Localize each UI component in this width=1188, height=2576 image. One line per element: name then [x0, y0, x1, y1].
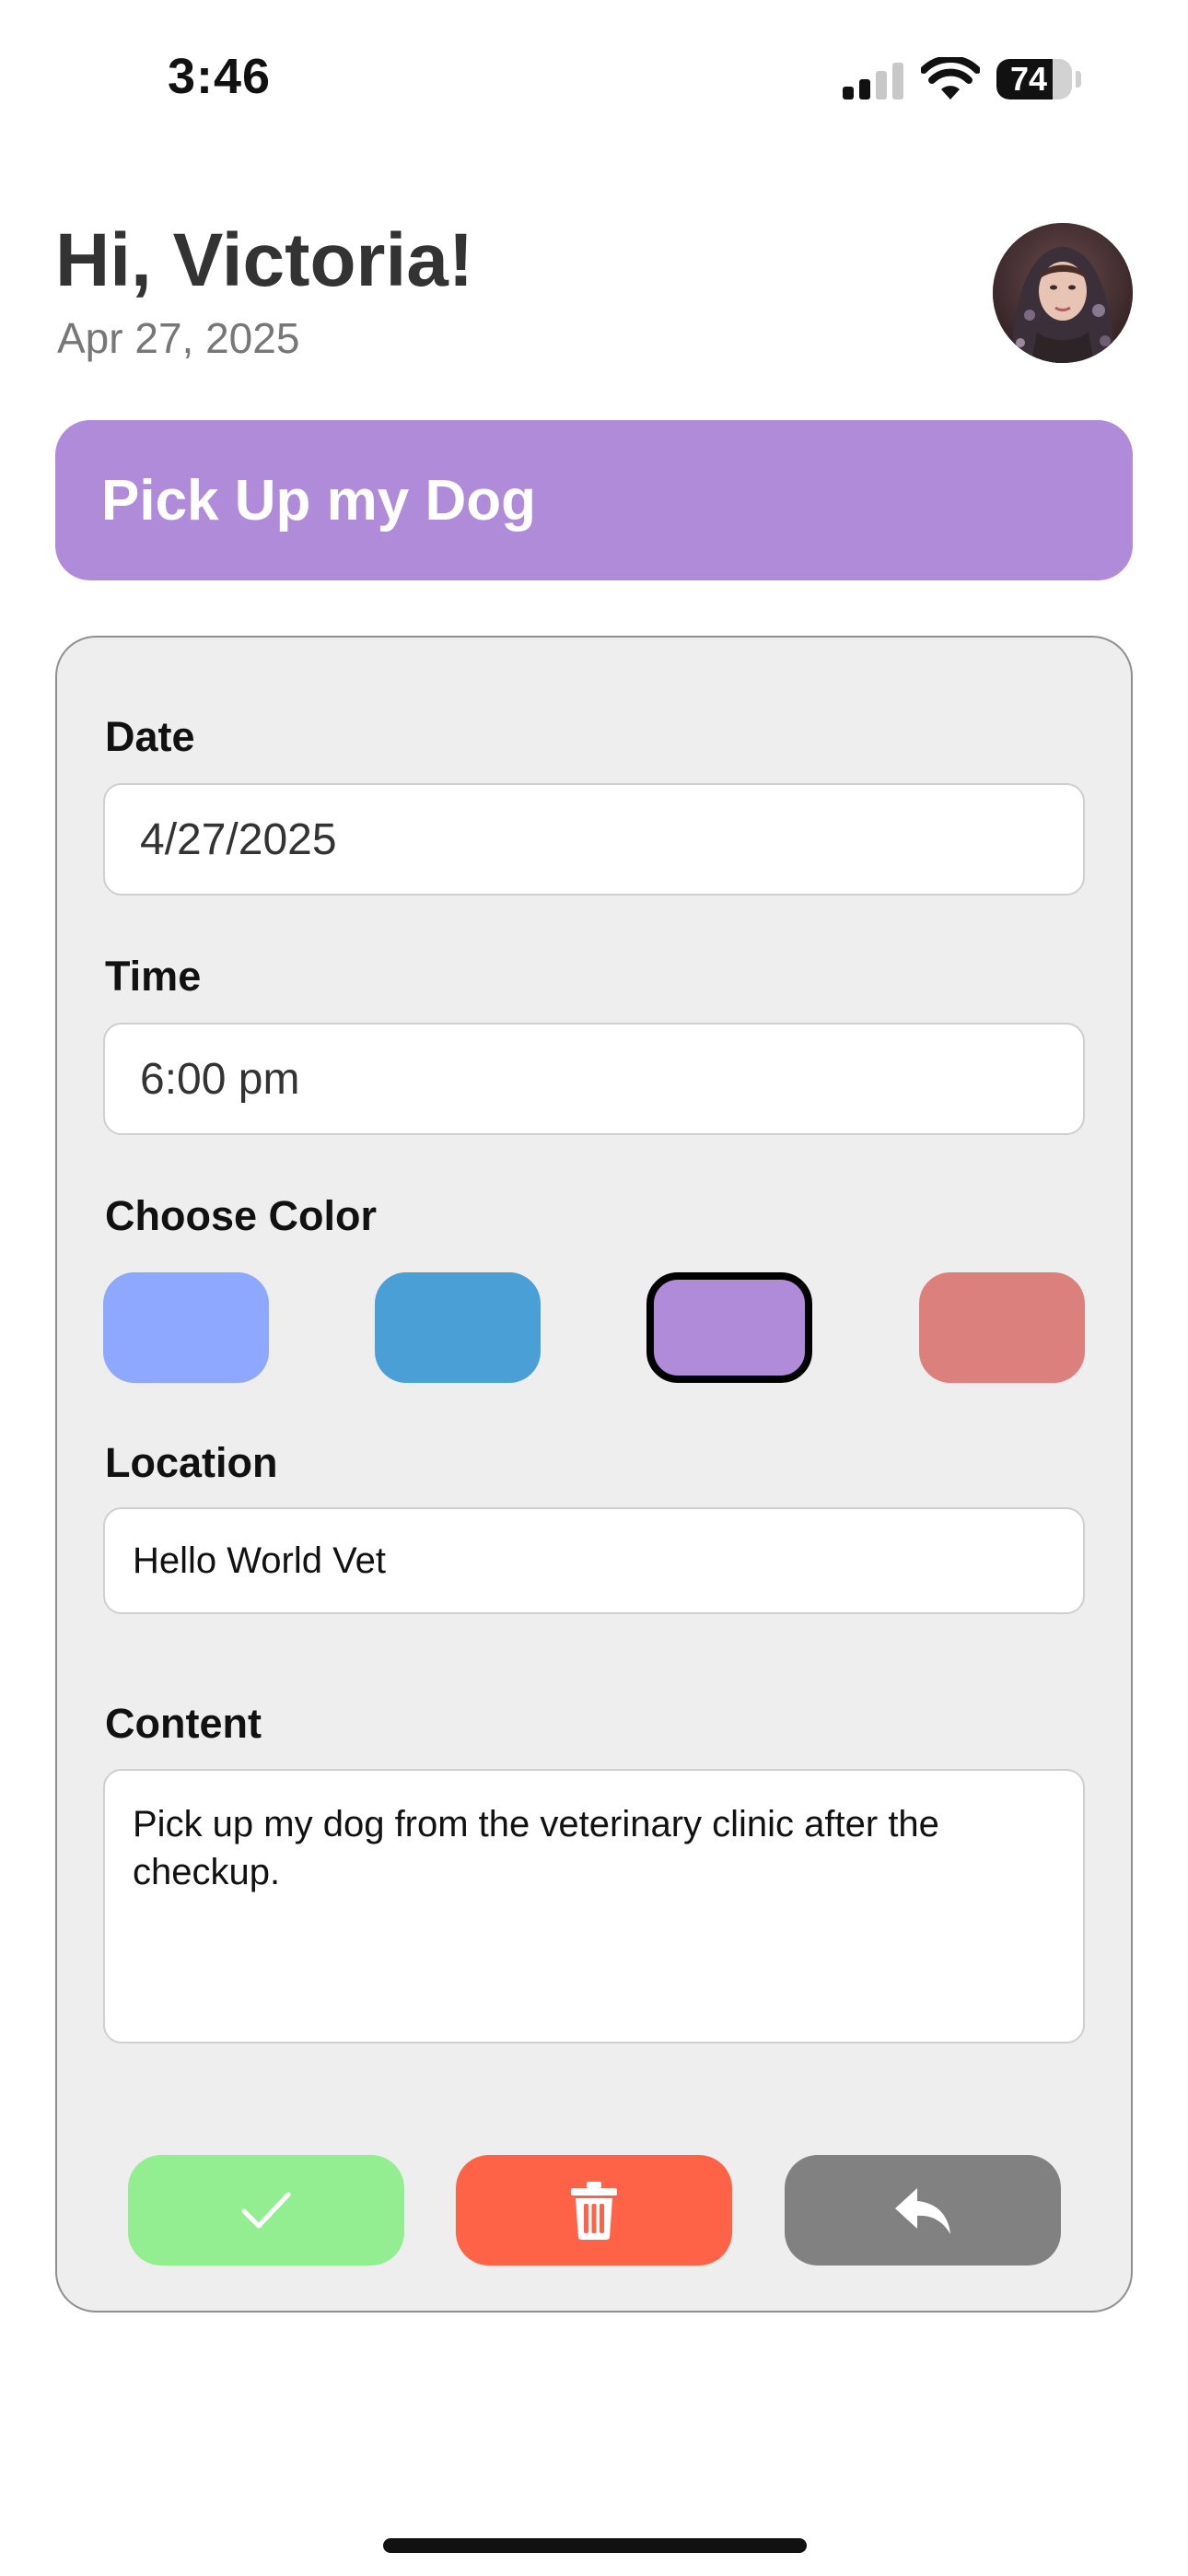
reply-arrow-icon — [895, 2188, 950, 2234]
battery-tip — [1076, 71, 1081, 88]
confirm-button[interactable] — [128, 2155, 404, 2266]
color-swatch-blue[interactable] — [375, 1272, 541, 1383]
task-title-banner: Pick Up my Dog — [55, 420, 1133, 580]
time-label: Time — [105, 953, 202, 1000]
date-field[interactable]: 4/27/2025 — [103, 783, 1085, 896]
battery-icon: 74 — [996, 59, 1072, 100]
location-field[interactable]: Hello World Vet — [103, 1507, 1085, 1614]
status-time: 3:46 — [168, 49, 272, 104]
avatar-image — [993, 223, 1133, 363]
user-avatar[interactable] — [993, 223, 1133, 363]
task-detail-screen: 3:46 74 Hi, Victoria! Apr 27, 2025 Pick … — [0, 0, 1188, 2576]
color-swatch-light-blue[interactable] — [103, 1272, 269, 1383]
task-title: Pick Up my Dog — [101, 468, 536, 533]
color-swatch-red[interactable] — [919, 1272, 1085, 1383]
home-indicator[interactable] — [383, 2538, 807, 2553]
choose-color-label: Choose Color — [105, 1192, 378, 1239]
battery-percentage: 74 — [1009, 60, 1048, 98]
trash-icon — [571, 2182, 617, 2240]
greeting-title: Hi, Victoria! — [55, 218, 474, 302]
current-date: Apr 27, 2025 — [57, 314, 300, 362]
back-button[interactable] — [785, 2155, 1061, 2266]
delete-button[interactable] — [456, 2155, 732, 2266]
content-textarea[interactable]: Pick up my dog from the veterinary clini… — [103, 1769, 1085, 2043]
status-bar: 3:46 74 — [0, 0, 1188, 157]
task-form-card: Date 4/27/2025 Time 6:00 pm Choose Color… — [55, 636, 1133, 2313]
content-label: Content — [105, 1700, 262, 1747]
time-field[interactable]: 6:00 pm — [103, 1023, 1085, 1135]
color-swatch-purple[interactable] — [646, 1272, 812, 1383]
date-label: Date — [105, 713, 195, 760]
check-icon — [241, 2192, 291, 2229]
cellular-signal-icon — [843, 63, 903, 100]
wifi-icon — [921, 57, 980, 100]
location-label: Location — [105, 1439, 278, 1486]
